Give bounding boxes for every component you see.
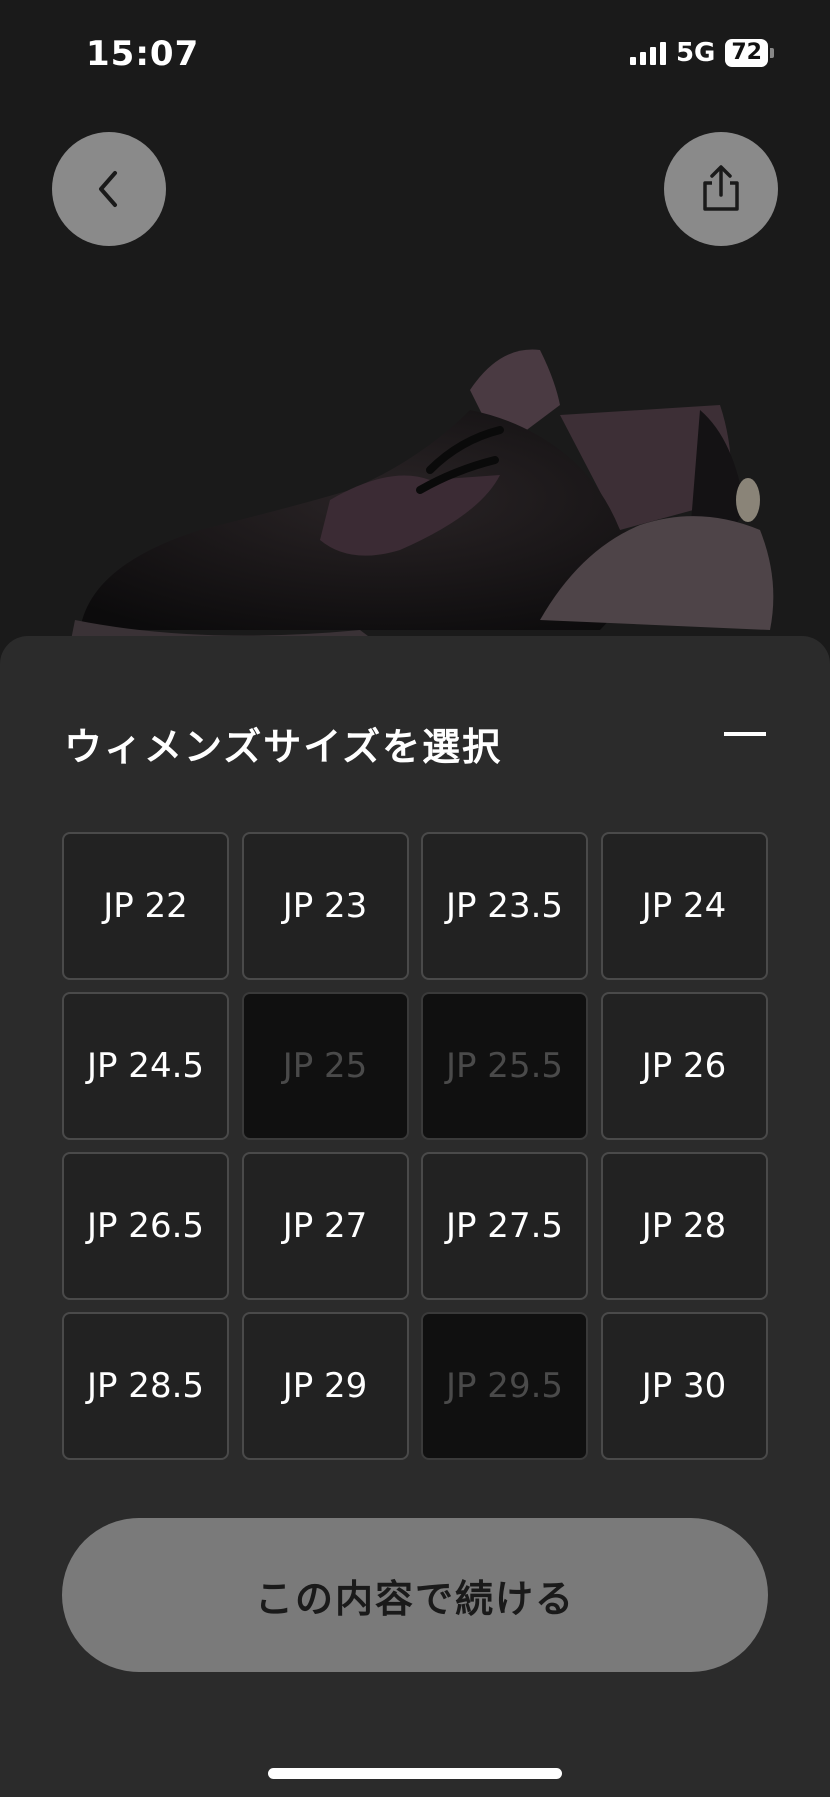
size-grid: JP 22 JP 23 JP 23.5 JP 24 JP 24.5 JP 25 JP 25.… [62, 832, 768, 1460]
size-option[interactable]: JP 27.5 [421, 1152, 588, 1300]
size-selection-sheet: ウィメンズサイズを選択 JP 22 JP 23 JP 23.5 JP 24 JP 24.… [0, 636, 830, 1797]
share-button[interactable] [664, 132, 778, 246]
back-button[interactable] [52, 132, 166, 246]
sheet-title: ウィメンズサイズを選択 [64, 725, 503, 769]
status-time: 15:07 [86, 34, 200, 74]
signal-icon [629, 41, 666, 65]
battery-icon: 72 [725, 39, 774, 67]
size-option[interactable]: JP 24.5 [62, 992, 229, 1140]
battery-level: 72 [725, 39, 768, 67]
network-type: 5G [675, 38, 716, 68]
minus-icon[interactable] [724, 732, 766, 736]
size-option: JP 25.5 [421, 992, 588, 1140]
size-option[interactable]: JP 28.5 [62, 1312, 229, 1460]
product-image [70, 349, 774, 645]
size-option[interactable]: JP 28 [600, 1152, 768, 1300]
size-option[interactable]: JP 22 [62, 832, 229, 980]
size-option: JP 25 [241, 992, 409, 1140]
size-option[interactable]: JP 24 [600, 832, 768, 980]
size-option[interactable]: JP 23.5 [421, 832, 588, 980]
continue-button[interactable]: この内容で続ける [62, 1518, 768, 1672]
size-option[interactable]: JP 27 [241, 1152, 409, 1300]
size-option[interactable]: JP 29 [241, 1312, 409, 1460]
home-indicator [268, 1768, 562, 1779]
size-option[interactable]: JP 23 [241, 832, 409, 980]
status-bar: 15:07 5G 72 [0, 0, 830, 110]
status-indicators: 5G 72 [629, 38, 774, 68]
chevron-left-icon [99, 171, 117, 207]
size-option[interactable]: JP 26.5 [62, 1152, 229, 1300]
size-option[interactable]: JP 30 [600, 1312, 768, 1460]
share-icon [703, 165, 739, 211]
size-option: JP 29.5 [421, 1312, 588, 1460]
size-option[interactable]: JP 26 [600, 992, 768, 1140]
